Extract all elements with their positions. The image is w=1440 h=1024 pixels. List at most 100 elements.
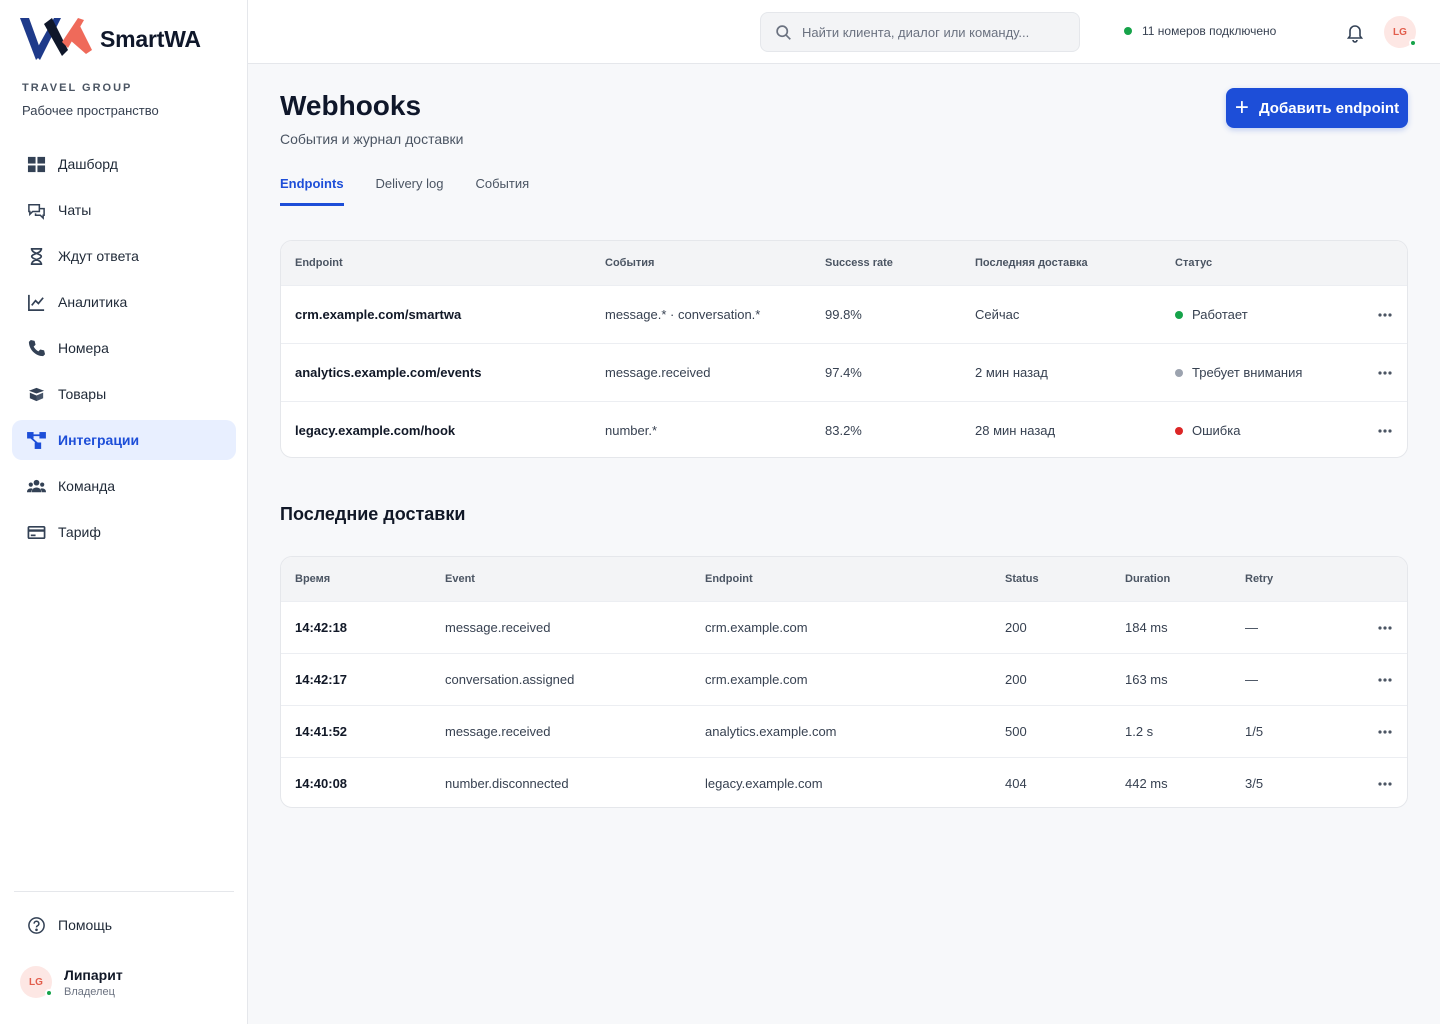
header-retry: Retry xyxy=(1245,573,1274,585)
add-endpoint-label: Добавить endpoint xyxy=(1258,99,1400,117)
app-name: SmartWA xyxy=(100,25,201,52)
workspace-name: Рабочее пространство xyxy=(22,103,159,118)
more-icon[interactable] xyxy=(1377,307,1393,323)
page-title: Webhooks xyxy=(280,90,422,121)
status-text: Требует внимания xyxy=(1192,365,1303,380)
delivery-time: 14:41:52 xyxy=(295,724,348,739)
user-name: Липарит xyxy=(64,966,123,983)
sidebar-item-products[interactable]: Товары xyxy=(12,374,236,414)
table-row[interactable]: legacy.example.com/hook number.* 83.2% 2… xyxy=(281,401,1407,457)
delivery-duration: 163 ms xyxy=(1125,672,1168,687)
delivery-duration: 442 ms xyxy=(1125,776,1168,791)
table-row[interactable]: 14:42:17 conversation.assigned crm.examp… xyxy=(281,653,1407,705)
table-row[interactable]: analytics.example.com/events message.rec… xyxy=(281,343,1407,401)
more-icon[interactable] xyxy=(1377,776,1393,792)
user-role: Владелец xyxy=(64,985,115,998)
sidebar-item-label: Тариф xyxy=(58,524,101,540)
table-row[interactable]: 14:42:18 message.received crm.example.co… xyxy=(281,601,1407,653)
header-endpoint: Endpoint xyxy=(295,257,343,269)
sidebar-item-team[interactable]: Команда xyxy=(12,466,236,506)
sidebar-item-dashboard[interactable]: Дашборд xyxy=(12,144,236,184)
search-box[interactable] xyxy=(760,12,1080,52)
user-profile[interactable]: LG Липарит Владелец xyxy=(20,966,123,998)
delivery-endpoint: crm.example.com xyxy=(705,672,808,687)
delivery-endpoint: legacy.example.com xyxy=(705,776,823,791)
endpoint-url: analytics.example.com/events xyxy=(295,365,482,380)
smartwa-logo-icon xyxy=(20,18,92,60)
more-icon[interactable] xyxy=(1377,423,1393,439)
table-row[interactable]: 14:40:08 number.disconnected legacy.exam… xyxy=(281,757,1407,807)
delivery-retry: 3/5 xyxy=(1245,776,1264,791)
logo[interactable]: SmartWA xyxy=(20,14,201,64)
tab-events[interactable]: События xyxy=(475,176,529,206)
endpoints-table: Endpoint События Success rate Последняя … xyxy=(280,240,1408,458)
sidebar-item-integrations[interactable]: Интеграции xyxy=(12,420,236,460)
table-header: Время Event Endpoint Status Duration Ret… xyxy=(281,557,1407,601)
sidebar: SmartWA TRAVEL GROUP Рабочее пространств… xyxy=(0,0,248,1024)
phone-icon xyxy=(26,338,46,358)
page-subtitle: События и журнал доставки xyxy=(280,131,464,147)
more-icon[interactable] xyxy=(1377,672,1393,688)
endpoint-last: 28 мин назад xyxy=(975,423,1056,438)
sidebar-item-numbers[interactable]: Номера xyxy=(12,328,236,368)
status-text: Ошибка xyxy=(1192,423,1241,438)
endpoint-events: message.* · conversation.* xyxy=(605,307,761,322)
sidebar-item-help[interactable]: Помощь xyxy=(12,905,236,945)
team-icon xyxy=(26,476,46,496)
bell-icon[interactable] xyxy=(1344,21,1366,43)
endpoint-url: legacy.example.com/hook xyxy=(295,423,456,438)
endpoint-url: crm.example.com/smartwa xyxy=(295,307,462,322)
tabs: Endpoints Delivery log События xyxy=(280,176,561,206)
connection-text: 11 номеров подключено xyxy=(1142,24,1277,38)
sidebar-item-waiting[interactable]: Ждут ответа xyxy=(12,236,236,276)
more-icon[interactable] xyxy=(1377,620,1393,636)
sidebar-item-label: Чаты xyxy=(58,202,92,218)
sidebar-item-label: Номера xyxy=(58,340,109,356)
more-icon[interactable] xyxy=(1377,365,1393,381)
sidebar-nav: Дашборд Чаты Ждут ответа Аналитика Номер… xyxy=(12,144,236,558)
avatar: LG xyxy=(20,966,53,998)
delivery-event: number.disconnected xyxy=(445,776,569,791)
delivery-time: 14:40:08 xyxy=(295,776,348,791)
sidebar-item-label: Команда xyxy=(58,478,116,494)
sidebar-item-label: Интеграции xyxy=(58,432,140,448)
status-dot xyxy=(1124,27,1132,35)
status-text: Работает xyxy=(1192,307,1248,322)
endpoint-last: Сейчас xyxy=(975,307,1020,322)
table-row[interactable]: crm.example.com/smartwa message.* · conv… xyxy=(281,285,1407,343)
hourglass-icon xyxy=(26,246,46,266)
status-dot xyxy=(1175,310,1183,319)
header-success-rate: Success rate xyxy=(825,257,893,269)
tab-endpoints[interactable]: Endpoints xyxy=(280,176,344,206)
search-icon xyxy=(776,24,791,40)
integrations-icon xyxy=(26,430,46,450)
sidebar-item-plan[interactable]: Тариф xyxy=(12,512,236,552)
delivery-duration: 1.2 s xyxy=(1125,724,1154,739)
delivery-event: conversation.assigned xyxy=(445,672,575,687)
delivery-endpoint: analytics.example.com xyxy=(705,724,837,739)
delivery-status: 404 xyxy=(1005,776,1027,791)
add-endpoint-button[interactable]: + Добавить endpoint xyxy=(1226,88,1408,128)
delivery-retry: — xyxy=(1245,672,1258,687)
sidebar-divider xyxy=(14,891,234,892)
status-dot xyxy=(1175,368,1183,377)
card-icon xyxy=(26,522,46,542)
endpoint-last: 2 мин назад xyxy=(975,365,1048,380)
endpoint-rate: 97.4% xyxy=(825,365,862,380)
dashboard-icon xyxy=(26,154,46,174)
help-label: Помощь xyxy=(58,917,113,933)
search-input[interactable] xyxy=(802,24,1062,40)
top-avatar[interactable]: LG xyxy=(1384,16,1417,48)
more-icon[interactable] xyxy=(1377,724,1393,740)
delivery-duration: 184 ms xyxy=(1125,620,1168,635)
endpoint-events: message.received xyxy=(605,365,711,380)
delivery-event: message.received xyxy=(445,724,551,739)
tab-delivery-log[interactable]: Delivery log xyxy=(376,176,444,206)
table-row[interactable]: 14:41:52 message.received analytics.exam… xyxy=(281,705,1407,757)
header-status: Статус xyxy=(1175,257,1213,269)
sidebar-item-label: Товары xyxy=(58,386,107,402)
status-badge: Работает xyxy=(1175,307,1248,322)
sidebar-item-analytics[interactable]: Аналитика xyxy=(12,282,236,322)
delivery-time: 14:42:17 xyxy=(295,672,348,687)
sidebar-item-chats[interactable]: Чаты xyxy=(12,190,236,230)
